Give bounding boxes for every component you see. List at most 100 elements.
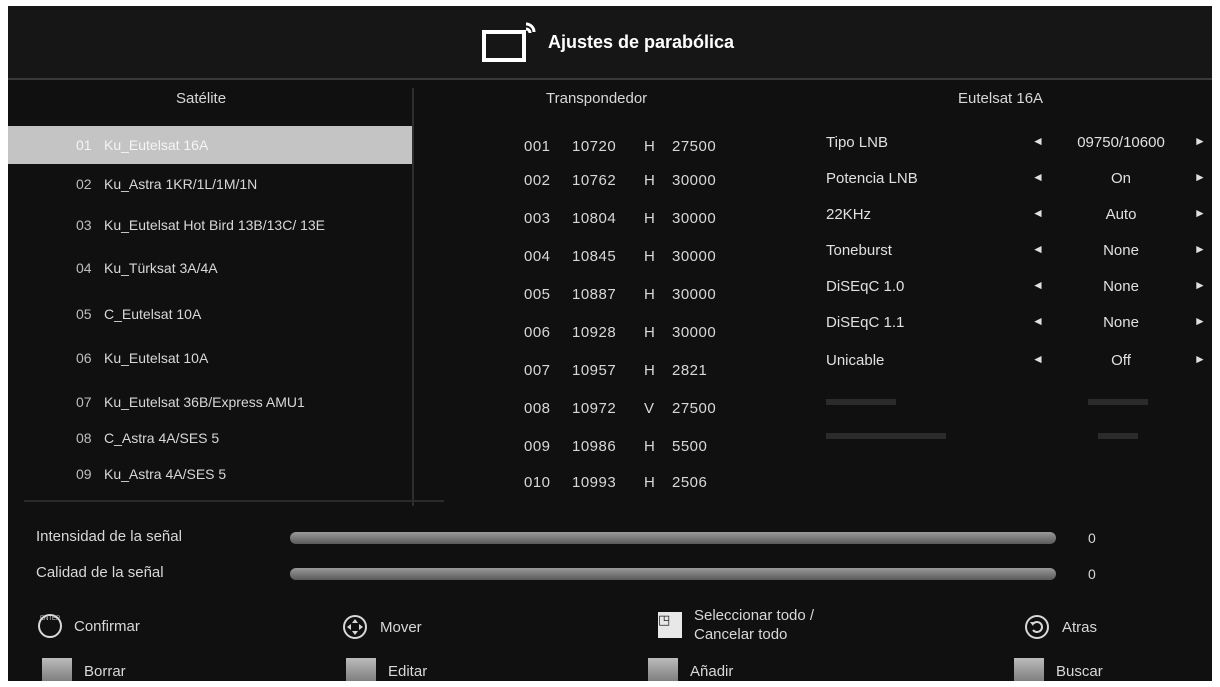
transponder-column-header: Transpondedor [546, 90, 648, 107]
signal-strength-value: 0 [1088, 530, 1096, 546]
satellite-item-01[interactable]: 01 Ku_Eutelsat 16A [8, 126, 412, 164]
disabled-setting-placeholder [826, 433, 946, 439]
transponder-sr: 30000 [672, 172, 717, 189]
select-all-hint[interactable]: ◳ Seleccionar todo / Cancelar todo [658, 606, 814, 644]
select-all-icon: ◳ [658, 612, 682, 638]
satellite-item-02[interactable]: 02 Ku_Astra 1KR/1L/1M/1N [8, 170, 412, 198]
setting-row[interactable]: DiSEqC 1.1 ◄ None ► [826, 314, 1206, 338]
setting-row[interactable]: Unicable ◄ Off ► [826, 352, 1206, 376]
transponder-pol: H [644, 474, 656, 491]
setting-label: 22KHz [826, 206, 872, 223]
satellite-item-09[interactable]: 09 Ku_Astra 4A/SES 5 [8, 460, 412, 488]
satellite-number: 06 [76, 350, 92, 366]
satellite-dish-tv-icon [482, 22, 536, 62]
satellite-column-header: Satélite [176, 90, 227, 107]
satellite-number: 05 [76, 306, 92, 322]
arrow-left-icon[interactable]: ◄ [1032, 314, 1044, 328]
confirm-hint[interactable]: ENTER Confirmar [38, 614, 140, 638]
transponder-sr: 5500 [672, 438, 708, 455]
satellite-number: 04 [76, 260, 92, 276]
move-hint[interactable]: Mover [342, 614, 422, 640]
transponder-freq: 10972 [572, 400, 617, 417]
disabled-setting-placeholder [826, 399, 896, 405]
satellite-list[interactable]: 01 Ku_Eutelsat 16A 02 Ku_Astra 1KR/1L/1M… [8, 126, 412, 504]
title-bar: Ajustes de parabólica [8, 6, 1212, 80]
arrow-left-icon[interactable]: ◄ [1032, 170, 1044, 184]
search-hint[interactable]: Buscar [1014, 658, 1103, 681]
setting-label: Unicable [826, 352, 885, 369]
transponder-num: 009 [524, 438, 551, 455]
transponder-freq: 10762 [572, 172, 617, 189]
transponder-freq: 10993 [572, 474, 617, 491]
back-icon [1025, 615, 1049, 639]
edit-hint[interactable]: Editar [346, 658, 427, 681]
satellite-name: Ku_Eutelsat 10A [104, 349, 209, 366]
transponder-sr: 2821 [672, 362, 708, 379]
dish-settings-screen: Ajustes de parabólica Satélite Transpond… [8, 6, 1212, 681]
move-label: Mover [380, 618, 422, 636]
transponder-num: 004 [524, 248, 551, 265]
arrow-left-icon[interactable]: ◄ [1032, 206, 1044, 220]
confirm-label: Confirmar [74, 617, 140, 635]
satellite-name: Ku_Eutelsat 36B/Express AMU1 [104, 393, 305, 410]
arrow-right-icon[interactable]: ► [1194, 314, 1206, 328]
dpad-move-icon [343, 615, 367, 639]
signal-quality-value: 0 [1088, 566, 1096, 582]
delete-hint[interactable]: Borrar [42, 658, 126, 681]
disabled-value-placeholder [1088, 399, 1148, 405]
arrow-right-icon[interactable]: ► [1194, 278, 1206, 292]
transponder-sr: 30000 [672, 286, 717, 303]
arrow-right-icon[interactable]: ► [1194, 352, 1206, 366]
satellite-item-07[interactable]: 07 Ku_Eutelsat 36B/Express AMU1 [8, 388, 412, 416]
satellite-number: 02 [76, 176, 92, 192]
add-hint[interactable]: Añadir [648, 658, 733, 681]
satellite-number: 01 [76, 137, 92, 153]
setting-value: Off [1111, 352, 1131, 369]
arrow-right-icon[interactable]: ► [1194, 170, 1206, 184]
setting-value: Auto [1105, 206, 1137, 223]
setting-row[interactable]: 22KHz ◄ Auto ► [826, 206, 1206, 230]
satellite-name: Ku_Astra 1KR/1L/1M/1N [104, 175, 258, 192]
setting-label: DiSEqC 1.0 [826, 278, 905, 295]
setting-row[interactable]: Toneburst ◄ None ► [826, 242, 1206, 266]
setting-value: None [1103, 278, 1139, 295]
setting-label: DiSEqC 1.1 [826, 314, 905, 331]
arrow-right-icon[interactable]: ► [1194, 206, 1206, 220]
satellite-item-06[interactable]: 06 Ku_Eutelsat 10A [8, 344, 412, 372]
transponder-pol: H [644, 248, 656, 265]
transponder-pol: H [644, 438, 656, 455]
setting-row[interactable]: Potencia LNB ◄ On ► [826, 170, 1206, 194]
arrow-right-icon[interactable]: ► [1194, 134, 1206, 148]
transponder-sr: 30000 [672, 210, 717, 227]
transponder-pol: H [644, 210, 656, 227]
satellite-number: 03 [76, 217, 92, 233]
transponder-sr: 27500 [672, 400, 717, 417]
delete-label: Borrar [84, 662, 126, 680]
transponder-sr: 30000 [672, 324, 717, 341]
setting-row[interactable]: DiSEqC 1.0 ◄ None ► [826, 278, 1206, 302]
satellite-item-03[interactable]: 03 Ku_Eutelsat Hot Bird 13B/13C/ 13E [8, 204, 412, 246]
arrow-left-icon[interactable]: ◄ [1032, 134, 1044, 148]
transponder-num: 002 [524, 172, 551, 189]
arrow-left-icon[interactable]: ◄ [1032, 278, 1044, 292]
transponder-freq: 10887 [572, 286, 617, 303]
transponder-sr: 2506 [672, 474, 708, 491]
back-hint[interactable]: Atras [1024, 614, 1097, 640]
satellite-name: C_Eutelsat 10A [104, 305, 202, 322]
satellite-list-scrollbar[interactable] [24, 500, 444, 502]
arrow-right-icon[interactable]: ► [1194, 242, 1206, 256]
arrow-left-icon[interactable]: ◄ [1032, 242, 1044, 256]
satellite-item-08[interactable]: 08 C_Astra 4A/SES 5 [8, 424, 412, 452]
transponder-freq: 10804 [572, 210, 617, 227]
transponder-num: 007 [524, 362, 551, 379]
settings-column-header: Eutelsat 16A [958, 90, 1044, 107]
transponder-sr: 30000 [672, 248, 717, 265]
satellite-item-04[interactable]: 04 Ku_Türksat 3A/4A [8, 254, 412, 282]
satellite-item-05[interactable]: 05 C_Eutelsat 10A [8, 300, 412, 328]
arrow-left-icon[interactable]: ◄ [1032, 352, 1044, 366]
setting-row[interactable]: Tipo LNB ◄ 09750/10600 ► [826, 134, 1206, 158]
transponder-pol: H [644, 324, 656, 341]
setting-label: Toneburst [826, 242, 892, 259]
setting-value: On [1110, 170, 1131, 187]
transponder-pol: H [644, 286, 656, 303]
